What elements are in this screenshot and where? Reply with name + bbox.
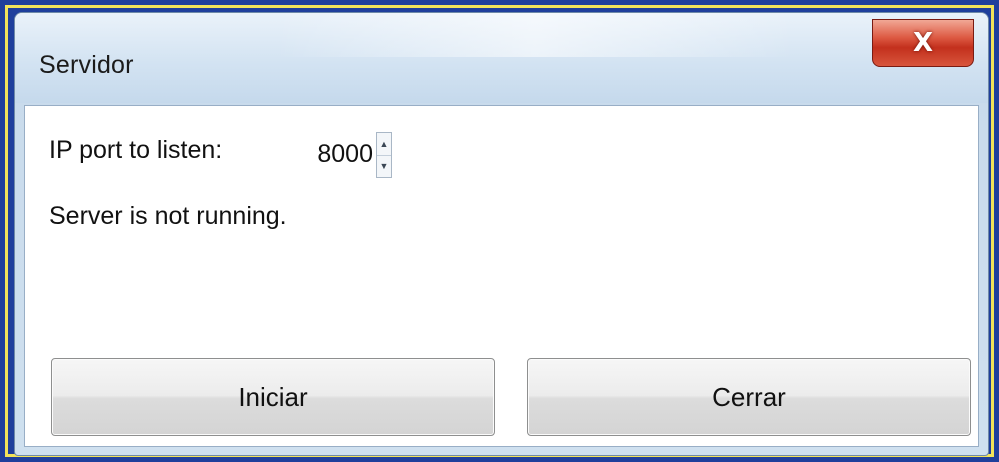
server-dialog-window: Servidor X IP port to listen: 8000 ▲ ▼ S… [14, 12, 989, 456]
spin-down-icon[interactable]: ▼ [377, 154, 391, 178]
start-button[interactable]: Iniciar [51, 358, 495, 436]
close-window-button[interactable]: X [872, 19, 974, 67]
window-title: Servidor [39, 51, 134, 79]
port-input[interactable]: 8000 [291, 140, 373, 169]
status-text: Server is not running. [49, 202, 287, 230]
spin-up-icon[interactable]: ▲ [377, 133, 391, 155]
close-button[interactable]: Cerrar [527, 358, 971, 436]
port-stepper[interactable]: ▲ ▼ [376, 132, 392, 178]
dialog-content: IP port to listen: 8000 ▲ ▼ Server is no… [24, 105, 979, 447]
title-bar[interactable]: Servidor X [15, 13, 988, 103]
port-label: IP port to listen: [49, 136, 223, 164]
close-icon: X [912, 28, 934, 58]
